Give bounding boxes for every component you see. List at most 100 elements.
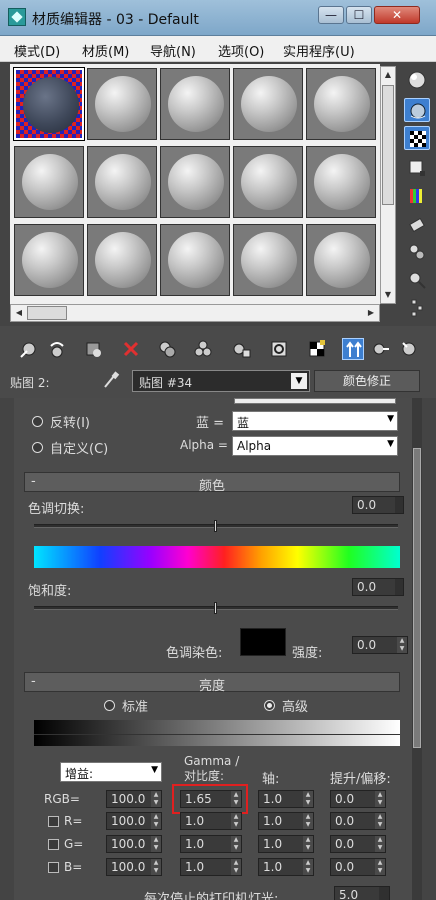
map-name-dropdown[interactable]: 贴图 #34 ▼ bbox=[132, 370, 310, 392]
hue-shift-value[interactable]: 0.0 bbox=[353, 497, 395, 513]
get-material-icon[interactable] bbox=[18, 338, 40, 360]
scroll-up-icon[interactable]: ▲ bbox=[382, 68, 394, 82]
rgb-gamma-value[interactable]: 1.65 bbox=[181, 791, 231, 807]
r-gain-value[interactable]: 100.0 bbox=[107, 813, 151, 829]
sample-slot[interactable] bbox=[306, 146, 376, 218]
spinner-arrows-icon[interactable]: ▲ ▼ bbox=[303, 859, 313, 875]
sample-slot[interactable] bbox=[87, 224, 157, 296]
rgb-pivot-value[interactable]: 1.0 bbox=[259, 791, 303, 807]
title-bar[interactable]: 材质编辑器 - 03 - Default — ☐ ✕ bbox=[0, 0, 436, 36]
reset-map-icon[interactable] bbox=[120, 338, 142, 360]
sample-slot[interactable] bbox=[13, 67, 85, 141]
assign-material-icon[interactable] bbox=[82, 338, 104, 360]
brightness-rollout-header[interactable]: - 亮度 bbox=[24, 672, 400, 694]
sample-type-icon[interactable] bbox=[404, 68, 430, 92]
spinner-arrows-icon[interactable]: ▲ ▼ bbox=[231, 859, 241, 875]
blue-channel-dropdown[interactable]: 蓝 ▼ bbox=[232, 411, 398, 431]
menu-navigation[interactable]: 导航(N) bbox=[150, 41, 196, 60]
make-preview-icon[interactable] bbox=[404, 212, 430, 236]
b-gain-spinner[interactable]: 100.0 ▲ ▼ bbox=[106, 858, 162, 876]
g-pivot-spinner[interactable]: 1.0 ▲ ▼ bbox=[258, 835, 314, 853]
put-material-icon[interactable] bbox=[46, 338, 68, 360]
spinner-arrows-icon[interactable]: ▲ ▼ bbox=[231, 836, 241, 852]
go-to-parent-icon[interactable] bbox=[342, 338, 364, 360]
spinner-arrows-icon[interactable]: ▲ ▼ bbox=[375, 859, 385, 875]
material-id-channel-icon[interactable] bbox=[268, 338, 290, 360]
r-gamma-value[interactable]: 1.0 bbox=[181, 813, 231, 829]
spinner-arrows-icon[interactable]: ▲ ▼ bbox=[151, 859, 161, 875]
saturation-value[interactable]: 0.0 bbox=[353, 579, 395, 595]
minimize-button[interactable]: — bbox=[318, 6, 344, 24]
r-gain-spinner[interactable]: 100.0 ▲ ▼ bbox=[106, 812, 162, 830]
b-gamma-value[interactable]: 1.0 bbox=[181, 859, 231, 875]
menu-mode[interactable]: 模式(D) bbox=[14, 41, 60, 60]
spinner-arrows-icon[interactable]: ▲ ▼ bbox=[151, 836, 161, 852]
make-unique-icon[interactable] bbox=[192, 338, 214, 360]
spinner-arrows-icon[interactable]: ▲ ▼ bbox=[303, 813, 313, 829]
spinner-arrows-icon[interactable]: ▲ ▼ bbox=[151, 791, 161, 807]
sample-slot[interactable] bbox=[14, 224, 84, 296]
sample-slot[interactable] bbox=[233, 68, 303, 140]
material-effects-icon[interactable] bbox=[398, 338, 420, 360]
sample-slot[interactable] bbox=[160, 146, 230, 218]
spinner-arrows-icon[interactable]: ▲ ▼ bbox=[375, 813, 385, 829]
scroll-right-icon[interactable]: ▶ bbox=[365, 306, 377, 320]
b-lift-spinner[interactable]: 0.0 ▲ ▼ bbox=[330, 858, 386, 876]
g-lift-spinner[interactable]: 0.0 ▲ ▼ bbox=[330, 835, 386, 853]
saturation-slider-thumb[interactable] bbox=[214, 602, 217, 614]
spinner-arrows-icon[interactable]: ▲ ▼ bbox=[231, 813, 241, 829]
b-pivot-value[interactable]: 1.0 bbox=[259, 859, 303, 875]
strength-spinner[interactable]: 0.0 ▲ ▼ bbox=[352, 636, 408, 654]
r-gamma-spinner[interactable]: 1.0 ▲ ▼ bbox=[180, 812, 242, 830]
alpha-channel-dropdown[interactable]: Alpha ▼ bbox=[232, 436, 398, 456]
menu-utilities[interactable]: 实用程序(U) bbox=[283, 41, 355, 60]
menu-options[interactable]: 选项(O) bbox=[218, 41, 264, 60]
g-lift-value[interactable]: 0.0 bbox=[331, 836, 375, 852]
material-map-navigator-icon[interactable] bbox=[404, 296, 430, 320]
advanced-radio[interactable] bbox=[264, 700, 275, 711]
spinner-arrows-icon[interactable]: ▲ ▼ bbox=[303, 791, 313, 807]
hue-shift-slider-thumb[interactable] bbox=[214, 520, 217, 532]
spinner-arrows-icon[interactable]: ▲ ▼ bbox=[375, 836, 385, 852]
panel-scroll-thumb[interactable] bbox=[413, 448, 421, 748]
g-gamma-value[interactable]: 1.0 bbox=[181, 836, 231, 852]
menu-material[interactable]: 材质(M) bbox=[82, 41, 129, 60]
backlight-icon[interactable] bbox=[404, 98, 430, 122]
rgb-lift-value[interactable]: 0.0 bbox=[331, 791, 375, 807]
sample-slot[interactable] bbox=[233, 146, 303, 218]
spinner-arrows-icon[interactable]: ▲ ▼ bbox=[375, 791, 385, 807]
gain-dropdown[interactable]: 增益: ▼ bbox=[60, 762, 162, 782]
g-pivot-value[interactable]: 1.0 bbox=[259, 836, 303, 852]
rgb-pivot-spinner[interactable]: 1.0 ▲ ▼ bbox=[258, 790, 314, 808]
uv-tiling-icon[interactable] bbox=[404, 156, 430, 180]
invert-radio[interactable] bbox=[32, 416, 43, 427]
b-gain-value[interactable]: 100.0 bbox=[107, 859, 151, 875]
slots-vertical-scrollbar[interactable]: ▲ ▼ bbox=[380, 66, 396, 304]
sample-slot[interactable] bbox=[87, 146, 157, 218]
color-rollout-header[interactable]: - 颜色 bbox=[24, 472, 400, 494]
sample-slot[interactable] bbox=[160, 224, 230, 296]
printer-lights-spinner[interactable]: 5.0 bbox=[334, 886, 390, 900]
copy-material-icon[interactable] bbox=[156, 338, 178, 360]
scroll-left-icon[interactable]: ◀ bbox=[13, 306, 25, 320]
put-to-library-icon[interactable] bbox=[230, 338, 252, 360]
spinner-arrows-icon[interactable]: ▲ ▼ bbox=[231, 791, 241, 807]
spinner-arrows-icon[interactable]: ▲ ▼ bbox=[303, 836, 313, 852]
r-lift-spinner[interactable]: 0.0 ▲ ▼ bbox=[330, 812, 386, 830]
g-gamma-spinner[interactable]: 1.0 ▲ ▼ bbox=[180, 835, 242, 853]
video-color-check-icon[interactable] bbox=[404, 184, 430, 208]
show-shaded-map-icon[interactable] bbox=[306, 338, 328, 360]
slots-horizontal-scrollbar[interactable]: ◀ ▶ bbox=[10, 304, 380, 322]
rgb-gain-spinner[interactable]: 100.0 ▲ ▼ bbox=[106, 790, 162, 808]
panel-scrollbar[interactable] bbox=[412, 398, 422, 900]
sample-slot[interactable] bbox=[306, 68, 376, 140]
sample-slot[interactable] bbox=[160, 68, 230, 140]
spinner-arrows-icon[interactable]: ▲ ▼ bbox=[397, 637, 407, 653]
b-checkbox[interactable] bbox=[48, 862, 59, 873]
r-checkbox[interactable] bbox=[48, 816, 59, 827]
scroll-thumb[interactable] bbox=[382, 85, 394, 205]
spinner-arrows-icon[interactable]: ▲ ▼ bbox=[151, 813, 161, 829]
custom-radio[interactable] bbox=[32, 442, 43, 453]
printer-lights-value[interactable]: 5.0 bbox=[335, 887, 379, 900]
tint-color-swatch[interactable] bbox=[240, 628, 286, 656]
